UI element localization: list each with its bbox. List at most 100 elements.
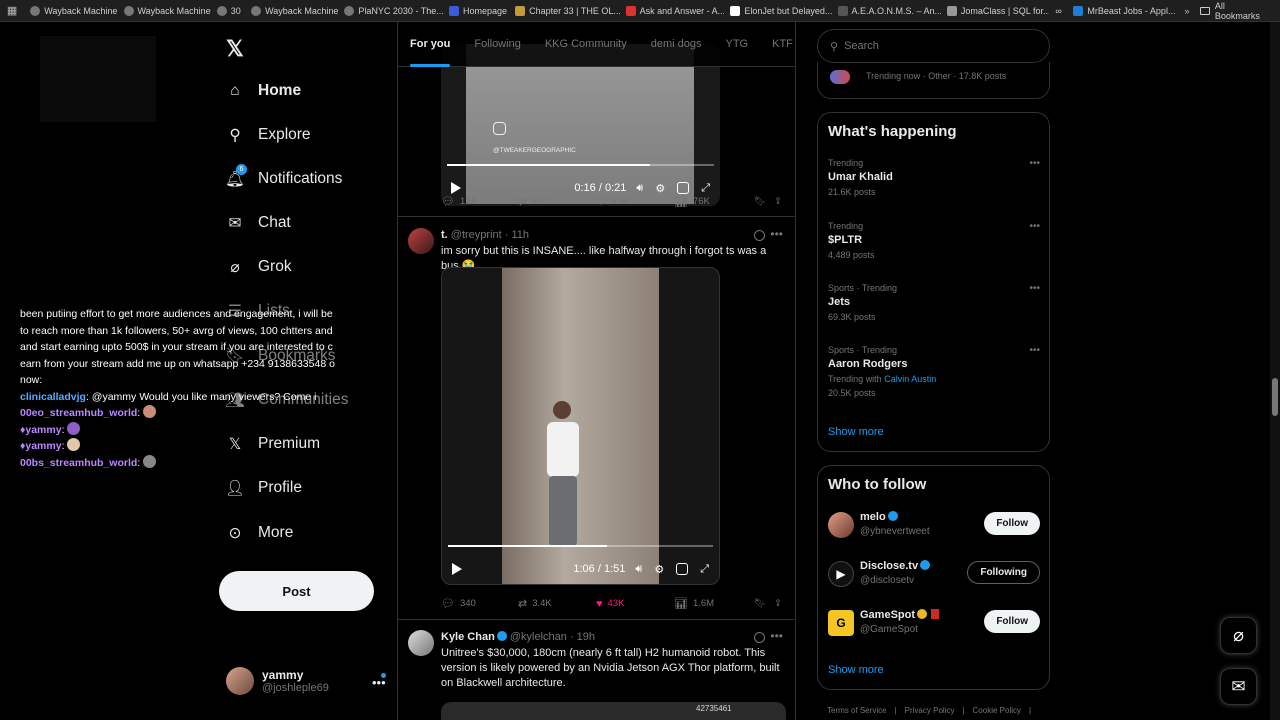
avatar[interactable] — [408, 630, 434, 656]
more-bookmarks-chevron-icon[interactable]: » — [1175, 6, 1200, 16]
follow-button[interactable]: Follow — [984, 610, 1040, 633]
follow-suggestion[interactable]: melo @ybnevertweet Follow — [828, 510, 1040, 544]
more-dots-icon[interactable]: ••• — [1029, 221, 1040, 232]
more-dots-icon[interactable]: ••• — [1029, 345, 1040, 356]
nav-premium[interactable]: 𝕏 Premium — [226, 435, 320, 453]
nav-chat[interactable]: ✉ Chat — [226, 214, 291, 232]
nav-more[interactable]: ⊙ More — [226, 524, 294, 542]
nav-lists[interactable]: ☰ Lists — [226, 302, 290, 320]
grok-floating-button[interactable]: ⌀ — [1220, 617, 1257, 654]
bookmark-item[interactable]: PlaNYC 2030 - The... — [338, 0, 443, 22]
tweet-video-thumbnail[interactable]: 42735461 — [441, 702, 786, 720]
pip-icon[interactable] — [677, 182, 690, 194]
play-icon[interactable] — [452, 563, 462, 575]
bookmark-item[interactable]: Wayback Machine — [118, 0, 211, 22]
share-button[interactable]: ⇪ — [774, 598, 782, 609]
tab-for-you[interactable]: For you — [398, 22, 462, 67]
x-logo-icon[interactable]: 𝕏 — [226, 36, 244, 62]
show-more-link[interactable]: Show more — [828, 426, 884, 438]
video-progress-bar[interactable] — [447, 164, 714, 166]
like-button[interactable]: ♥ 43K — [596, 598, 674, 610]
pip-icon[interactable] — [676, 563, 689, 575]
post-button[interactable]: Post — [219, 571, 374, 611]
nav-home[interactable]: ⌂ Home — [226, 82, 301, 100]
nav-profile[interactable]: 👤︎ Profile — [225, 479, 302, 497]
terms-link[interactable]: Terms of Service — [827, 706, 887, 715]
more-dots-icon[interactable]: ••• — [1029, 158, 1040, 169]
bookmark-item[interactable]: Chapter 33 | THE OL... — [509, 0, 620, 22]
account-switcher[interactable]: yammy @joshleple69 ••• — [226, 667, 386, 695]
search-input[interactable]: ⚲ Search — [817, 29, 1050, 63]
tweet-video-player[interactable]: @TWEAKERGEOGRAPHIC 0:16 / 0:21 🔊︎ ⚙ ⤢ — [441, 44, 720, 206]
bookmark-item[interactable]: Wayback Machine — [24, 0, 117, 22]
bookmark-item[interactable]: Wayback Machine — [245, 0, 338, 22]
bookmark-item[interactable]: A.E.A.O.N.M.S. – An... — [832, 0, 941, 22]
more-dots-icon[interactable]: ••• — [770, 629, 783, 643]
trend-item[interactable]: Sports · Trending Jets 69.3K posts ••• — [828, 283, 1040, 322]
volume-icon[interactable]: 🔊︎ — [635, 563, 642, 576]
nav-bookmarks[interactable]: 🔖︎ Bookmarks — [225, 347, 335, 365]
bookmark-item[interactable]: Homepage — [443, 0, 509, 22]
bell-icon: 🔔︎ 6 — [225, 164, 247, 188]
following-button[interactable]: Following — [967, 561, 1040, 584]
repost-button[interactable]: ⇄ 570 — [518, 195, 596, 208]
grok-icon[interactable] — [754, 230, 765, 241]
tab-ktf[interactable]: KTF — [760, 22, 795, 67]
tab-following[interactable]: Following — [462, 22, 532, 67]
video-overlay-label: 42735461 — [696, 704, 732, 713]
nav-grok[interactable]: ⌀ Grok — [226, 258, 291, 276]
follow-suggestion[interactable]: G GameSpot @GameSpot Follow — [828, 608, 1040, 642]
tab-ytg[interactable]: YTG — [714, 22, 761, 67]
follow-button[interactable]: Follow — [984, 512, 1040, 535]
views-button[interactable]: 📊︎ 1.6M — [674, 597, 754, 610]
bookmark-item[interactable]: ∞ — [1049, 0, 1067, 22]
all-bookmarks-button[interactable]: All Bookmarks — [1199, 1, 1280, 21]
volume-icon[interactable]: 🔊︎ — [636, 182, 643, 195]
grok-icon[interactable] — [754, 632, 765, 643]
fullscreen-icon[interactable]: ⤢ — [700, 563, 709, 576]
bookmark-button[interactable]: 🔖︎ — [754, 196, 774, 207]
reply-button[interactable]: 💬︎ 340 — [441, 597, 518, 610]
more-dots-icon[interactable]: ••• — [770, 227, 783, 241]
nav-explore[interactable]: ⚲ Explore — [226, 126, 310, 144]
privacy-link[interactable]: Privacy Policy — [905, 706, 955, 715]
show-more-link[interactable]: Show more — [828, 664, 884, 676]
bookmark-item[interactable]: Ask and Answer - A... — [620, 0, 724, 22]
trending-now-panel[interactable]: Trending now · Other · 17.8K posts — [817, 62, 1050, 99]
share-button[interactable]: ⇪ — [774, 196, 782, 207]
trend-related-link[interactable]: Calvin Austin — [884, 374, 936, 384]
play-icon[interactable] — [451, 182, 461, 194]
bookmark-icon: 🔖︎ — [225, 347, 245, 365]
bookmark-item[interactable]: MrBeast Jobs - Appl... — [1067, 0, 1175, 22]
trend-item[interactable]: Sports · Trending Aaron Rodgers Trending… — [828, 345, 1040, 398]
tab-demi-dogs[interactable]: demi dogs — [639, 22, 714, 67]
messages-floating-button[interactable]: ✉ — [1220, 668, 1257, 705]
repost-button[interactable]: ⇄ 3.4K — [518, 597, 596, 610]
follow-suggestion[interactable]: ▶ Disclose.tv @disclosetv Following — [828, 559, 1040, 593]
nav-communities[interactable]: 👥︎ Communities — [225, 391, 348, 409]
avatar[interactable] — [408, 228, 434, 254]
trend-item[interactable]: Trending $PLTR 4,489 posts ••• — [828, 221, 1040, 260]
settings-icon[interactable]: ⚙ — [654, 563, 664, 576]
bookmark-item[interactable]: ElonJet but Delayed... — [724, 0, 832, 22]
scrollbar-track[interactable] — [1270, 22, 1280, 720]
tweet-video-player[interactable]: 1:06 / 1:51 🔊︎ ⚙ ⤢ — [441, 267, 720, 585]
scrollbar-thumb[interactable] — [1272, 378, 1278, 416]
apps-grid-icon[interactable]: ▦ — [0, 4, 24, 17]
more-dots-icon[interactable]: ••• — [1029, 283, 1040, 294]
fullscreen-icon[interactable]: ⤢ — [701, 182, 710, 195]
trend-item[interactable]: Trending Umar Khalid 21.6K posts ••• — [828, 158, 1040, 197]
nav-notifications[interactable]: 🔔︎ 6 Notifications — [225, 164, 342, 188]
bookmark-button[interactable]: 🔖︎ — [754, 598, 774, 609]
reply-button[interactable]: 💬︎ 124 — [441, 195, 518, 208]
bookmark-item[interactable]: JomaClass | SQL for... — [941, 0, 1049, 22]
settings-icon[interactable]: ⚙ — [655, 182, 665, 195]
heart-filled-icon: ♥ — [596, 597, 603, 610]
cookie-link[interactable]: Cookie Policy — [973, 706, 1021, 715]
video-progress-bar[interactable] — [448, 545, 713, 547]
tab-kkg-community[interactable]: KKG Community — [533, 22, 639, 67]
tweet-actions: 💬︎ 340 ⇄ 3.4K ♥ 43K 📊︎ 1.6M 🔖︎ ⇪ — [441, 597, 786, 611]
views-button[interactable]: 📊︎ 76K — [674, 195, 754, 208]
bookmark-item[interactable]: 30 — [211, 0, 245, 22]
like-button[interactable]: ♡ 3.9K — [596, 195, 674, 208]
